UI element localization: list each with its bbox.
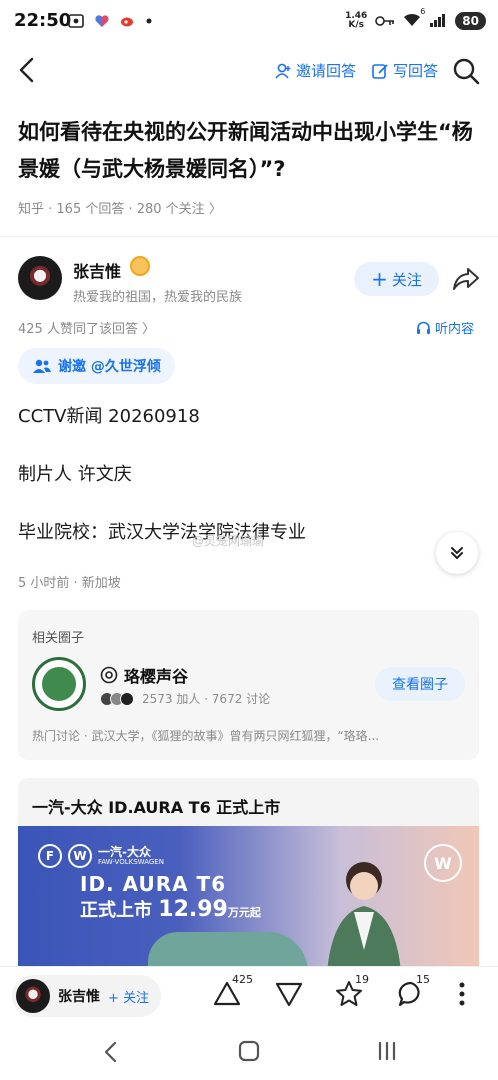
ad-brand-cn: 一汽-大众 (98, 845, 151, 859)
invite-answer-label: 邀请回答 (296, 62, 357, 80)
ad-launch-line: 正式上市 12.99万元起 (80, 896, 261, 922)
person-add-icon (275, 63, 291, 79)
ad-launch-text: 正式上市 (80, 900, 152, 921)
question-meta[interactable]: 知乎 · 165 个回答 · 280 个关注 〉 (18, 198, 222, 217)
expand-button[interactable] (436, 532, 478, 574)
ad-price: 12.99 (158, 897, 228, 922)
answer-paragraph: CCTV新闻 20260918 (18, 406, 200, 427)
question-title[interactable]: 如何看待在央视的公开新闻活动中出现小学生“杨景媛（与武大杨景媛同名）”? (18, 114, 484, 188)
upvote-summary[interactable]: 425 人赞同了该回答 〉 (18, 318, 155, 337)
ad-brand-en: FAW-VOLKSWAGEN (98, 858, 164, 866)
bottom-author-chip[interactable]: 张吉惟 + 关注 (12, 975, 162, 1017)
status-right-icons: 1.46 K/s 6 80 (345, 7, 486, 30)
heart-app-icon (95, 15, 109, 27)
ad-banner-image[interactable]: F W 一汽-大众 FAW-VOLKSWAGEN ID. AURA T6 正式上… (18, 826, 479, 978)
ad-title[interactable]: 一汽-大众 ID.AURA T6 正式上市 (32, 794, 280, 818)
system-navigation-bar (0, 1026, 498, 1080)
screen-record-icon (68, 14, 84, 28)
view-circle-button[interactable]: 查看圈子 (375, 667, 465, 701)
related-circle-card[interactable]: 相关圈子 珞樱声谷 2573 加人 · 7672 讨论 查看圈子 热门讨论 · … (18, 610, 479, 760)
ad-person-image (326, 862, 402, 978)
author-badge-icon (130, 256, 150, 276)
weibo-icon (121, 17, 133, 27)
vw-badge-icon: W (424, 844, 462, 882)
circle-name-row[interactable]: 珞樱声谷 (100, 663, 188, 687)
system-back-icon[interactable] (100, 1040, 122, 1064)
answer-paragraph: 制片人 许文庆 (18, 464, 132, 485)
listen-button[interactable]: 听内容 (416, 318, 474, 337)
circle-icon (100, 666, 118, 684)
circle-stats: 2573 加人 · 7672 讨论 (142, 692, 271, 706)
wifi-number: 6 (420, 6, 426, 16)
status-bar: 22:50 1.46 K/s 6 80 (0, 0, 498, 46)
circle-stats-row: 2573 加人 · 7672 讨论 (100, 690, 270, 707)
circle-logo (32, 657, 86, 711)
net-speed-unit: K/s (348, 20, 364, 30)
invite-answer-button[interactable]: 邀请回答 (274, 60, 356, 81)
key-icon (375, 16, 395, 26)
follow-label: 关注 (391, 270, 422, 289)
image-watermark: @灵笼网瑜瑜 (192, 534, 265, 548)
circle-hot-discussion[interactable]: 热门讨论 · 武汉大学，《狐狸的故事》曾有两只网红狐狸，“珞珞... (32, 727, 472, 744)
wifi-icon (404, 13, 421, 26)
status-time: 22:50 (14, 10, 72, 31)
ad-card[interactable]: 一汽-大众 ID.AURA T6 正式上市 F W 一汽-大众 FAW-VOLK… (18, 778, 479, 978)
bottom-follow-button[interactable]: + 关注 (108, 987, 149, 1006)
post-time: 5 小时前 · 新加坡 (18, 576, 121, 591)
listen-label: 听内容 (435, 322, 475, 337)
faw-logo-icon: F (38, 844, 62, 868)
people-icon (33, 359, 51, 373)
author-name[interactable]: 张吉惟 (73, 258, 121, 282)
ad-brand: F W 一汽-大众 FAW-VOLKSWAGEN (38, 844, 164, 868)
upvote-count: 425 (232, 973, 253, 986)
plus-icon: + (371, 267, 388, 291)
section-divider (0, 236, 498, 237)
battery-level: 80 (455, 12, 486, 30)
author-bio: 热爱我的祖国，热爱我的民族 (73, 290, 243, 305)
double-chevron-down-icon (451, 547, 463, 559)
signal-icon (430, 14, 446, 27)
downvote-icon[interactable] (274, 979, 304, 1009)
vw-logo-icon: W (68, 844, 92, 868)
write-answer-label: 写回答 (393, 62, 439, 80)
system-home-icon[interactable] (238, 1040, 260, 1062)
system-recents-icon[interactable] (376, 1040, 398, 1062)
bottom-author-name: 张吉惟 (58, 989, 100, 1005)
write-answer-button[interactable]: 写回答 (371, 60, 438, 81)
headphones-icon (417, 321, 430, 334)
member-avatars (100, 691, 134, 706)
more-notifications-dot-icon (146, 18, 152, 24)
bottom-author-avatar[interactable] (16, 979, 50, 1013)
follow-button[interactable]: + 关注 (354, 262, 439, 296)
edit-icon (372, 63, 388, 79)
ad-model-name: ID. AURA T6 (80, 872, 227, 896)
related-circle-label: 相关圈子 (32, 631, 85, 646)
back-icon[interactable] (14, 56, 42, 84)
circle-name: 珞樱声谷 (124, 667, 189, 686)
author-avatar[interactable] (18, 256, 62, 300)
comment-count: 15 (416, 973, 430, 986)
invite-chip[interactable]: 谢邀 @久世浮倾 (18, 348, 175, 384)
invite-chip-label: 谢邀 @久世浮倾 (58, 359, 161, 375)
search-icon[interactable] (452, 57, 480, 85)
more-icon[interactable] (452, 979, 472, 1009)
bottom-action-bar: 张吉惟 + 关注 425 19 15 (0, 966, 498, 1026)
share-icon[interactable] (452, 266, 480, 292)
favorite-count: 19 (355, 973, 369, 986)
status-notification-icons (68, 14, 152, 28)
ad-price-unit: 万元起 (227, 906, 261, 919)
